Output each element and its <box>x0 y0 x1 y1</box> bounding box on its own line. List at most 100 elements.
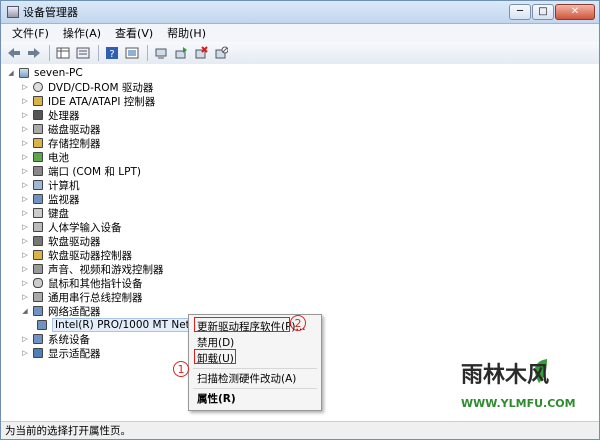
expand-arrow-icon[interactable]: ▷ <box>21 251 29 259</box>
tree-item-system[interactable]: ▷ 系统设备 <box>21 332 90 346</box>
selected-device-label[interactable]: Intel(R) PRO/1000 MT Netw <box>52 318 202 332</box>
tree-item-floppy-controller[interactable]: ▷ 软盘驱动器控制器 <box>21 248 132 262</box>
expand-arrow-icon[interactable]: ▷ <box>21 265 29 273</box>
expand-arrow-icon[interactable]: ▷ <box>21 83 29 91</box>
menu-view[interactable]: 查看(V) <box>108 25 160 41</box>
tree-item-label: 通用串行总线控制器 <box>48 291 143 304</box>
tree-item-display[interactable]: ▷ 显示适配器 <box>21 346 101 360</box>
expand-arrow-icon[interactable]: ▷ <box>21 97 29 105</box>
hid-icon <box>33 222 43 232</box>
network-card-icon <box>37 320 47 330</box>
network-adapter-icon <box>33 306 43 316</box>
resource-view-icon[interactable] <box>123 45 141 61</box>
annotation-two-circle: 2 <box>290 315 306 331</box>
expand-arrow-icon[interactable]: ▷ <box>21 279 29 287</box>
tree-item-label: 软盘驱动器控制器 <box>48 249 132 262</box>
expand-arrow-icon[interactable]: ▷ <box>21 293 29 301</box>
device-manager-icon <box>7 6 19 18</box>
tree-item-label: 键盘 <box>48 207 69 220</box>
expand-arrow-icon[interactable]: ▷ <box>21 223 29 231</box>
expand-arrow-icon[interactable]: ▷ <box>21 195 29 203</box>
tree-item-battery[interactable]: ▷ 电池 <box>21 150 69 164</box>
properties-grid-icon[interactable] <box>54 45 72 61</box>
tree-item-usb[interactable]: ▷ 通用串行总线控制器 <box>21 290 143 304</box>
tree-item-label: 显示适配器 <box>48 347 101 360</box>
disable-icon[interactable] <box>212 45 230 61</box>
toolbar-separator <box>98 45 99 61</box>
expand-arrow-icon[interactable]: ▷ <box>21 153 29 161</box>
tree-item-label: 处理器 <box>48 109 80 122</box>
tree-item-floppy[interactable]: ▷ 软盘驱动器 <box>21 234 100 248</box>
tree-item-ide[interactable]: ▷ IDE ATA/ATAPI 控制器 <box>21 94 155 108</box>
expand-arrow-icon[interactable]: ▷ <box>21 237 29 245</box>
annotation-one-circle: 1 <box>173 361 189 377</box>
tree-item-network[interactable]: ◢ 网络适配器 <box>21 304 101 318</box>
expand-arrow-icon[interactable]: ▷ <box>21 181 29 189</box>
mouse-icon <box>33 278 43 288</box>
tree-root[interactable]: ◢ seven-PC <box>7 66 83 80</box>
expand-arrow-icon[interactable]: ▷ <box>21 335 29 343</box>
menu-scan-hardware[interactable]: 扫描检测硬件改动(A) <box>197 371 296 385</box>
display-adapter-icon <box>33 348 43 358</box>
expand-arrow-icon[interactable]: ▷ <box>21 209 29 217</box>
tree-item-computer[interactable]: ▷ 计算机 <box>21 178 79 192</box>
tree-item-disk[interactable]: ▷ 磁盘驱动器 <box>21 122 101 136</box>
svg-text:?: ? <box>109 49 114 60</box>
expand-arrow-icon[interactable]: ▷ <box>21 139 29 147</box>
collapse-arrow-icon[interactable]: ◢ <box>7 69 15 77</box>
tree-item-label: 监视器 <box>48 193 80 206</box>
tree-item-hid[interactable]: ▷ 人体学输入设备 <box>21 220 121 234</box>
watermark-logo: 雨林木风 WWW.YLMFU.COM <box>461 357 593 417</box>
tree-item-label: 系统设备 <box>48 333 90 346</box>
expand-arrow-icon[interactable]: ▷ <box>21 167 29 175</box>
system-device-icon <box>33 334 43 344</box>
tree-item-label: 网络适配器 <box>48 305 101 318</box>
computer-icon <box>19 68 29 78</box>
window-title: 设备管理器 <box>23 6 78 19</box>
tree-item-ports[interactable]: ▷ 端口 (COM 和 LPT) <box>21 164 141 178</box>
watermark-main-text: 雨林木风 <box>461 363 550 388</box>
expand-arrow-icon[interactable]: ▷ <box>21 349 29 357</box>
tree-item-label: DVD/CD-ROM 驱动器 <box>48 81 154 94</box>
uninstall-icon[interactable] <box>192 45 210 61</box>
expand-arrow-icon[interactable]: ▷ <box>21 125 29 133</box>
tree-item-label: 磁盘驱动器 <box>48 123 101 136</box>
list-view-icon[interactable] <box>74 45 92 61</box>
menu-action[interactable]: 操作(A) <box>56 25 108 41</box>
title-bar[interactable]: 设备管理器 ─ □ ✕ <box>1 1 599 24</box>
tree-item-processor[interactable]: ▷ 处理器 <box>21 108 80 122</box>
menu-file[interactable]: 文件(F) <box>5 25 56 41</box>
port-icon <box>33 166 43 176</box>
tree-item-dvd[interactable]: ▷ DVD/CD-ROM 驱动器 <box>21 80 153 94</box>
tree-root-label: seven-PC <box>34 67 83 79</box>
scan-hardware-icon[interactable] <box>152 45 170 61</box>
maximize-button[interactable]: □ <box>532 4 554 20</box>
tree-item-mouse[interactable]: ▷ 鼠标和其他指针设备 <box>21 276 143 290</box>
storage-controller-icon <box>33 138 43 148</box>
close-button[interactable]: ✕ <box>555 4 595 20</box>
tree-item-label: 端口 (COM 和 LPT) <box>48 165 141 178</box>
update-driver-icon[interactable] <box>172 45 190 61</box>
collapse-arrow-icon[interactable]: ◢ <box>21 307 29 315</box>
tree-item-label: 鼠标和其他指针设备 <box>48 277 143 290</box>
menu-properties[interactable]: 属性(R) <box>197 391 236 405</box>
tree-item-label: 存储控制器 <box>48 137 101 150</box>
back-arrow-icon[interactable] <box>5 45 23 61</box>
highlight-update-box <box>194 317 290 332</box>
expand-arrow-icon[interactable]: ▷ <box>21 111 29 119</box>
monitor-icon <box>33 194 43 204</box>
tree-item-sound[interactable]: ▷ 声音、视频和游戏控制器 <box>21 262 164 276</box>
help-icon[interactable]: ? <box>103 45 121 61</box>
tree-item-monitor[interactable]: ▷ 监视器 <box>21 192 80 206</box>
speaker-icon <box>33 264 43 274</box>
forward-arrow-icon[interactable] <box>25 45 43 61</box>
tree-item-intel-nic[interactable]: Intel(R) PRO/1000 MT Netw <box>37 318 202 332</box>
tree-item-storage[interactable]: ▷ 存储控制器 <box>21 136 101 150</box>
menu-help[interactable]: 帮助(H) <box>160 25 213 41</box>
minimize-button[interactable]: ─ <box>509 4 531 20</box>
tree-item-label: 声音、视频和游戏控制器 <box>48 263 164 276</box>
menu-disable[interactable]: 禁用(D) <box>197 335 234 349</box>
toolbar-separator <box>147 45 148 61</box>
tree-item-keyboard[interactable]: ▷ 键盘 <box>21 206 69 220</box>
status-text: 为当前的选择打开属性页。 <box>5 425 131 437</box>
